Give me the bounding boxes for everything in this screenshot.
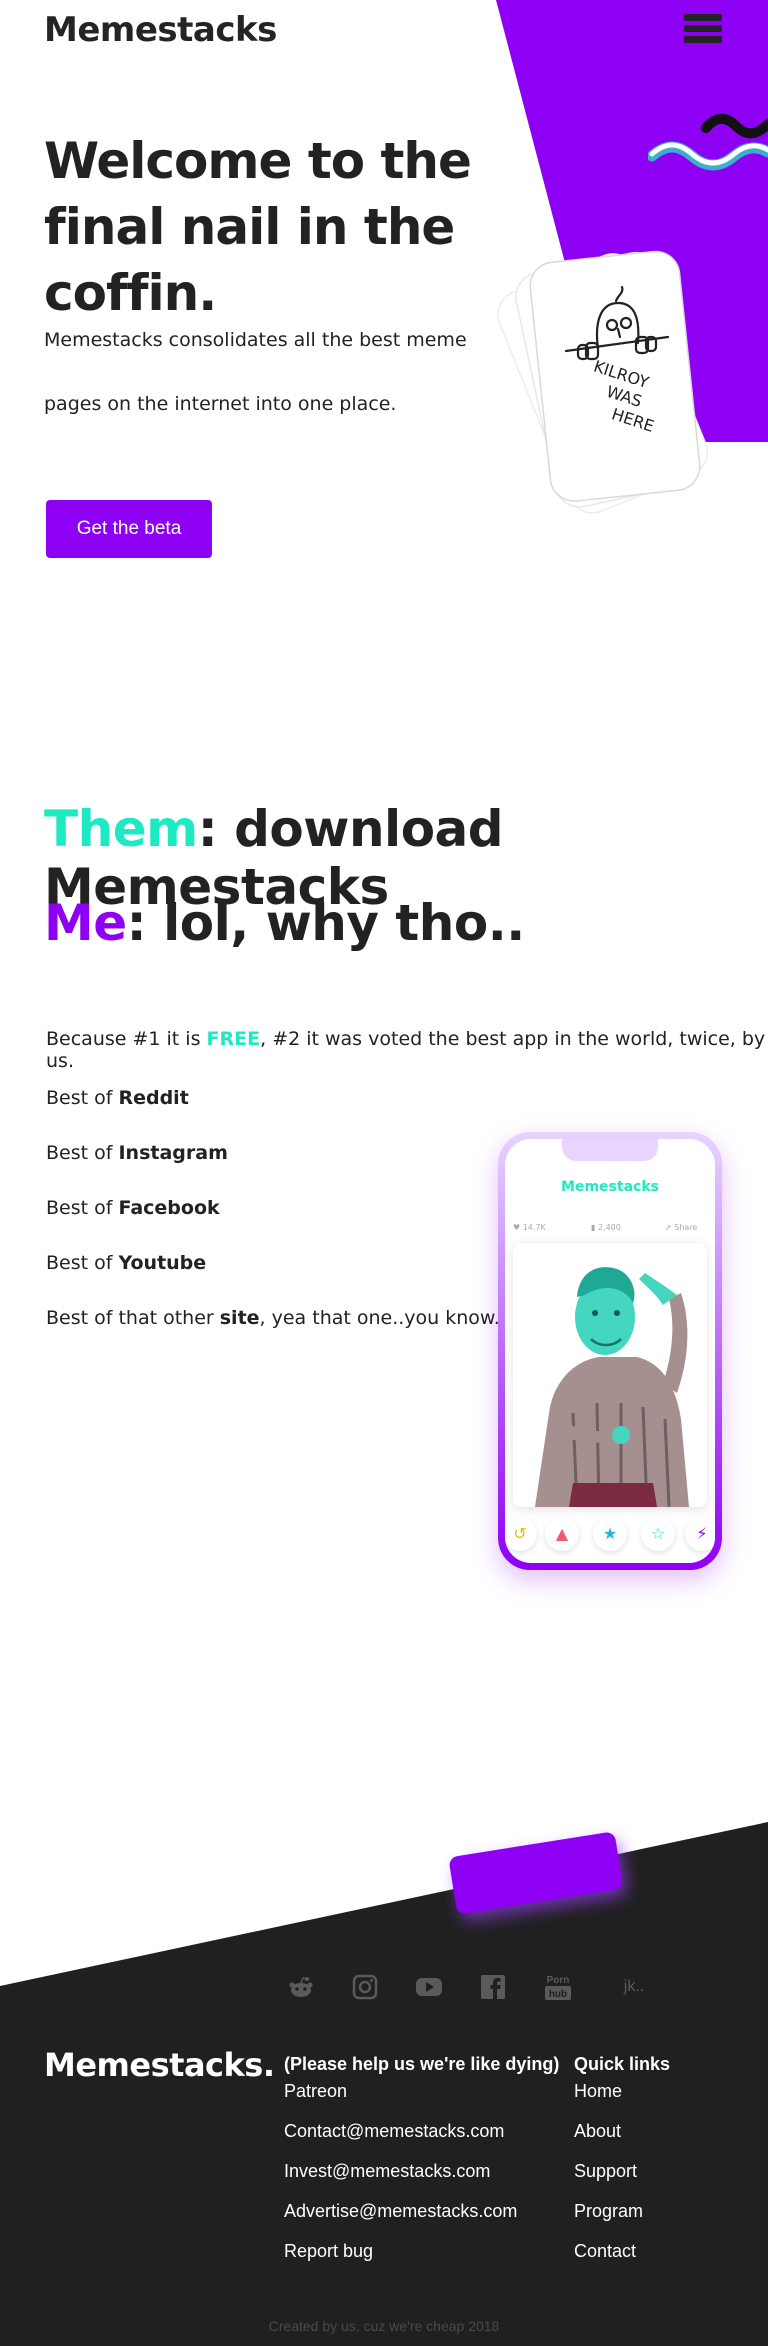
best-of-prefix: Best of — [46, 1087, 119, 1109]
best-of-name: Instagram — [118, 1142, 228, 1164]
report-bug-link[interactable]: Report bug — [284, 2237, 559, 2277]
youtube-icon[interactable] — [414, 1972, 444, 2002]
kilroy-card-stack: KILROY WAS HERE — [490, 225, 730, 545]
get-beta-button[interactable]: Get the beta — [46, 500, 212, 558]
best-of-prefix: Best of — [46, 1197, 119, 1219]
hero-subtitle: Memestacks consolidates all the best mem… — [44, 329, 467, 415]
likes-stat[interactable]: ♥ 14.7K — [513, 1223, 546, 1232]
copyright-text: Created by us, cuz we're cheap 2018 — [268, 2318, 500, 2334]
pornhub-icon[interactable]: Porn hub — [542, 1972, 574, 2002]
facebook-icon[interactable] — [478, 1972, 508, 2002]
me-text: : lol, why tho.. — [126, 894, 526, 952]
invest-email-link[interactable]: Invest@memestacks.com — [284, 2157, 559, 2197]
phone-app-name: Memestacks — [561, 1179, 659, 1195]
best-of-list: Best of Reddit Best of Instagram Best of… — [46, 1078, 500, 1353]
program-link[interactable]: Program — [574, 2197, 670, 2237]
best-of-prefix: Best of — [46, 1252, 119, 1274]
hamburger-menu-button[interactable] — [684, 14, 722, 48]
phone-notch — [562, 1139, 658, 1161]
site-logo[interactable]: Memestacks — [44, 10, 277, 50]
best-of-youtube: Best of Youtube — [46, 1243, 500, 1298]
reason-text: Because #1 it is FREE, #2 it was voted t… — [46, 1028, 768, 1072]
menu-bar-icon — [684, 14, 722, 21]
likes-count: 14.7K — [522, 1223, 546, 1232]
reason-prefix: Because #1 it is — [46, 1028, 207, 1050]
meme-man-image — [513, 1243, 707, 1507]
best-of-name: Reddit — [118, 1087, 189, 1109]
best-of-instagram: Best of Instagram — [46, 1133, 500, 1188]
best-of-name: Youtube — [118, 1252, 207, 1274]
best-of-other-site: Best of that other site, yea that one..y… — [46, 1298, 500, 1353]
squiggle-decoration-icon — [648, 113, 768, 171]
about-link[interactable]: About — [574, 2117, 670, 2157]
phone-screen: Memestacks ♥ 14.7K ▮ 2,400 ➚ Share ↺ ▲ ★… — [505, 1139, 715, 1563]
best-of-name: site — [219, 1307, 260, 1329]
trophy-icon[interactable]: ☆ — [641, 1517, 675, 1551]
menu-bar-icon — [684, 36, 722, 43]
share-label: Share — [674, 1223, 698, 1232]
best-of-reddit: Best of Reddit — [46, 1078, 500, 1133]
meme-card[interactable] — [513, 1243, 707, 1507]
reddit-icon[interactable] — [286, 1972, 316, 2002]
star-icon[interactable]: ★ — [593, 1517, 627, 1551]
best-of-name: Facebook — [118, 1197, 220, 1219]
contact-email-link[interactable]: Contact@memestacks.com — [284, 2117, 559, 2157]
me-label: Me — [44, 894, 127, 952]
free-badge: FREE — [206, 1028, 261, 1050]
contact-link[interactable]: Contact — [574, 2237, 670, 2277]
comments-count: 2,400 — [597, 1223, 621, 1232]
menu-bar-icon — [684, 25, 722, 32]
porn-text: Porn — [547, 1975, 570, 1986]
phone-mockup: Memestacks ♥ 14.7K ▮ 2,400 ➚ Share ↺ ▲ ★… — [498, 1132, 722, 1570]
heart-icon: ♥ — [513, 1223, 521, 1232]
footer-logo[interactable]: Memestacks. — [44, 2046, 275, 2084]
them-label: Them — [44, 800, 198, 858]
best-of-prefix: Best of that other — [46, 1307, 220, 1329]
best-of-prefix: Best of — [46, 1142, 119, 1164]
quick-links-heading: Quick links — [574, 2054, 671, 2074]
undo-icon[interactable]: ↺ — [505, 1517, 537, 1551]
me-line: Me: lol, why tho.. — [44, 894, 525, 952]
card-stack-illustration: KILROY WAS HERE — [497, 250, 709, 514]
patreon-link[interactable]: Patreon — [284, 2077, 559, 2117]
hero-title-text: Welcome to the final nail in the — [44, 132, 472, 256]
phone-action-bar: ↺ ▲ ★ ☆ ⚡ — [505, 1517, 715, 1553]
jk-link[interactable]: jk.. — [614, 1972, 654, 2002]
support-link[interactable]: Support — [574, 2157, 670, 2197]
share-icon: ➚ — [665, 1223, 672, 1232]
hub-text: hub — [549, 1989, 567, 2000]
lightning-icon[interactable]: ⚡ — [685, 1517, 715, 1551]
quick-links-column: Quick links Home About Support Program C… — [574, 2054, 670, 2277]
instagram-icon[interactable] — [350, 1972, 380, 2002]
hero-title: Welcome to the final nail in the coffin. — [41, 128, 544, 326]
best-of-suffix: , yea that one..you know. — [259, 1307, 500, 1329]
comments-stat[interactable]: ▮ 2,400 — [591, 1223, 621, 1232]
comment-icon: ▮ — [591, 1223, 596, 1232]
help-heading: (Please help us we're like dying) — [284, 2054, 560, 2074]
share-stat[interactable]: ➚ Share — [665, 1223, 697, 1232]
advertise-email-link[interactable]: Advertise@memestacks.com — [284, 2197, 559, 2237]
best-of-facebook: Best of Facebook — [46, 1188, 500, 1243]
poop-icon[interactable]: ▲ — [545, 1517, 579, 1551]
home-link[interactable]: Home — [574, 2077, 670, 2117]
help-links-column: (Please help us we're like dying) Patreo… — [284, 2054, 559, 2277]
